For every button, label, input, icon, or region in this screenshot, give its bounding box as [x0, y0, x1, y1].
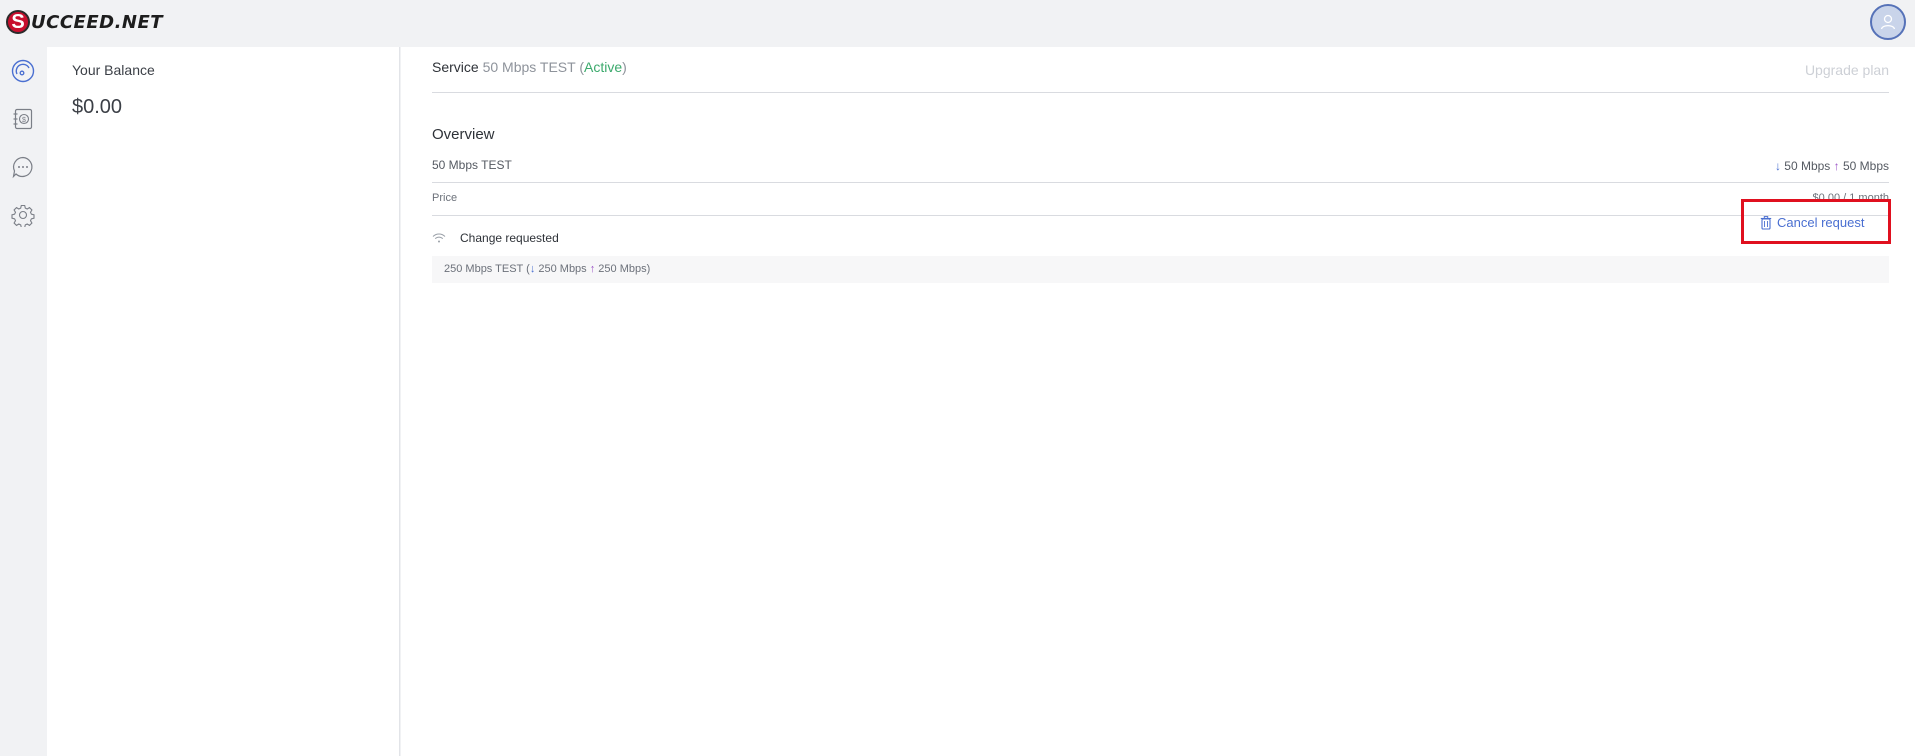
nav-item-billing[interactable]: $ — [10, 106, 36, 132]
nav-item-messages[interactable] — [10, 154, 36, 180]
top-bar: S UCCEED.NET — [0, 0, 1915, 47]
service-label: Service — [432, 59, 479, 75]
user-avatar[interactable] — [1870, 4, 1906, 40]
price-row: Price $0.00 / 1 month — [432, 192, 1889, 216]
service-paren-close: ) — [622, 59, 627, 75]
status-badge: Active — [584, 59, 623, 75]
nav-item-settings[interactable] — [10, 202, 36, 228]
requested-plan: 250 Mbps TEST (↓ 250 Mbps ↑ 250 Mbps) — [444, 263, 650, 275]
cancel-request-label: Cancel request — [1777, 215, 1865, 230]
download-speed: 50 Mbps — [1780, 159, 1834, 173]
gear-icon — [11, 204, 35, 227]
trash-icon — [1760, 215, 1772, 230]
user-icon — [1880, 14, 1896, 30]
logo-wordmark: UCCEED.NET — [31, 11, 164, 33]
service-paren-open: ( — [575, 59, 584, 75]
upgrade-plan-link[interactable]: Upgrade plan — [1805, 62, 1889, 78]
requested-upload: 250 Mbps) — [595, 263, 651, 275]
svg-text:$: $ — [22, 117, 26, 124]
plan-row: 50 Mbps TEST ↓ 50 Mbps ↑ 50 Mbps — [432, 158, 1889, 183]
service-header: Service 50 Mbps TEST (Active) Upgrade pl… — [432, 59, 1889, 93]
chat-bubble-icon — [12, 156, 33, 179]
price-label: Price — [432, 192, 458, 204]
cancel-request-button[interactable]: Cancel request — [1760, 215, 1864, 230]
balance-title: Your Balance — [72, 62, 155, 78]
plan-speeds: ↓ 50 Mbps ↑ 50 Mbps — [1775, 159, 1889, 173]
invoice-dollar-icon: $ — [13, 108, 33, 130]
requested-plan-name: 250 Mbps TEST ( — [444, 263, 530, 275]
service-name: 50 Mbps TEST (Active) — [483, 59, 627, 75]
change-request-box: 250 Mbps TEST (↓ 250 Mbps ↑ 250 Mbps) — [432, 256, 1889, 283]
cancel-request-highlight: Cancel request — [1741, 199, 1891, 244]
change-requested-header: Change requested — [432, 231, 559, 245]
change-requested-title: Change requested — [460, 231, 559, 245]
brand-logo[interactable]: S UCCEED.NET — [6, 9, 163, 35]
wifi-icon — [432, 232, 448, 244]
main-content: Service 50 Mbps TEST (Active) Upgrade pl… — [401, 47, 1915, 756]
logo-s-mark: S — [6, 10, 30, 34]
nav-item-dashboard[interactable] — [10, 58, 36, 84]
requested-download: 250 Mbps — [535, 263, 590, 275]
service-plan-name: 50 Mbps TEST — [482, 59, 576, 75]
plan-name: 50 Mbps TEST — [432, 158, 512, 172]
overview-title: Overview — [432, 126, 495, 143]
balance-amount: $0.00 — [72, 96, 123, 118]
upload-speed: 50 Mbps — [1839, 159, 1889, 173]
speedometer-icon — [11, 59, 35, 83]
balance-panel: Your Balance $0.00 — [47, 47, 400, 756]
side-nav: $ — [0, 47, 47, 756]
